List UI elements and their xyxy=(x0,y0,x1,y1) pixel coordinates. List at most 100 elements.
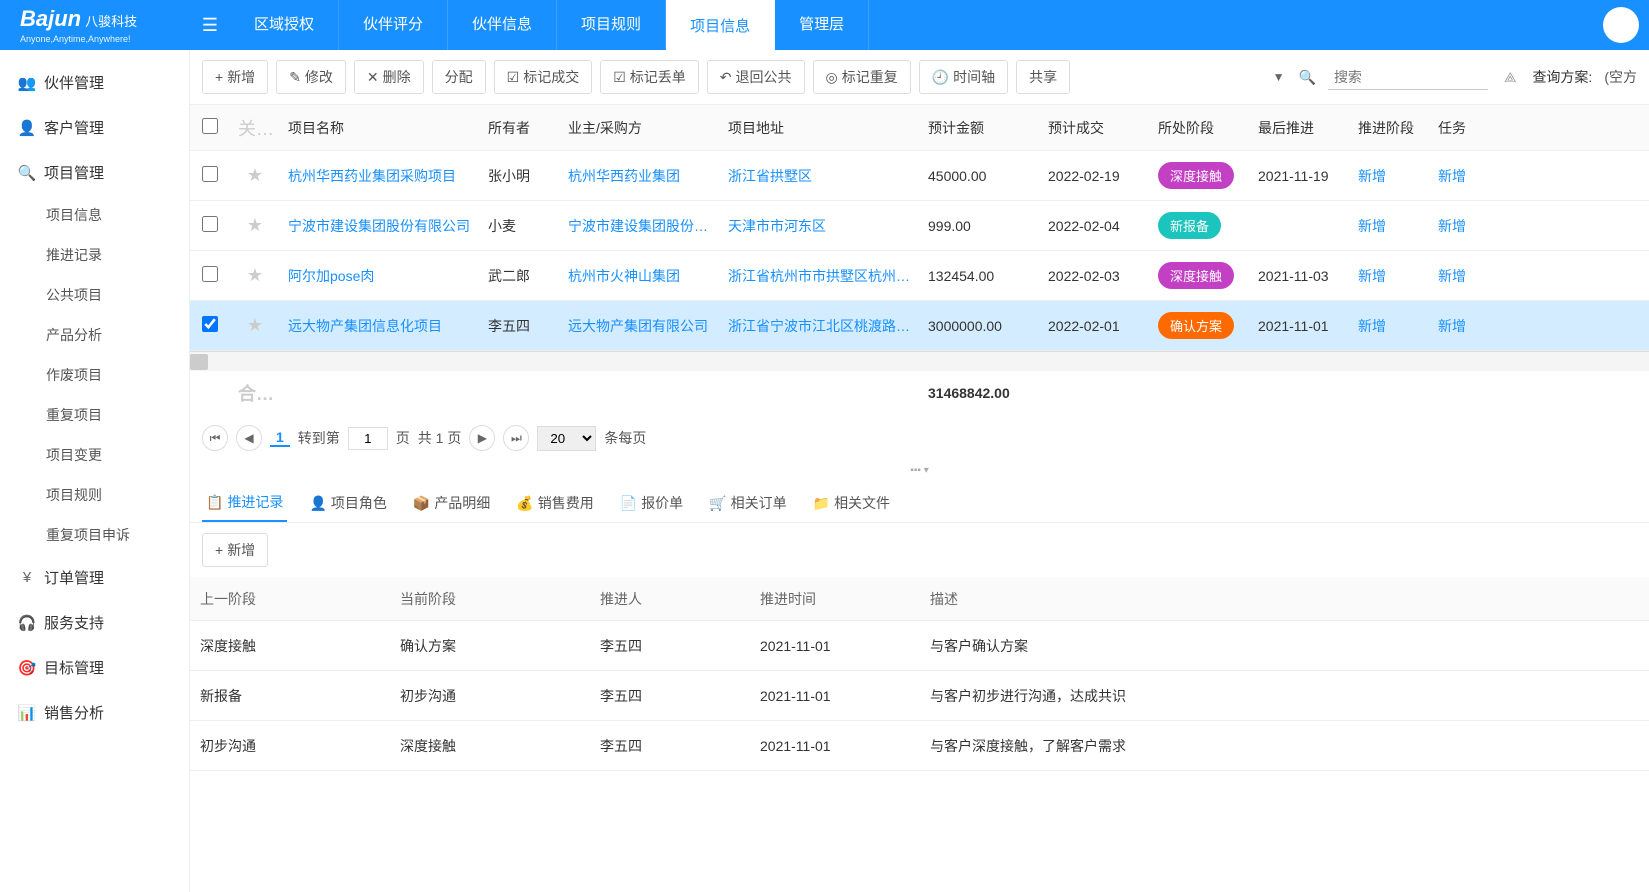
col-name[interactable]: 项目名称 xyxy=(280,118,480,138)
return-public-button[interactable]: ↶退回公共 xyxy=(707,60,805,94)
query-plan-value[interactable]: (空方 xyxy=(1604,67,1637,87)
col-favorite[interactable]: 关注 xyxy=(230,115,280,141)
task-link[interactable]: 新增 xyxy=(1430,266,1490,286)
timeline-button[interactable]: 🕘时间轴 xyxy=(919,60,1008,94)
dcol-desc[interactable]: 描述 xyxy=(920,589,1320,609)
table-row[interactable]: ★宁波市建设集团股份有限公司小麦宁波市建设集团股份…天津市市河东区999.002… xyxy=(190,201,1649,251)
pushstage-link[interactable]: 新增 xyxy=(1350,216,1430,236)
detail-new-button[interactable]: +新增 xyxy=(202,533,268,567)
sidebar-item[interactable]: ¥订单管理 xyxy=(0,555,189,600)
delete-button[interactable]: ✕删除 xyxy=(354,60,424,94)
addr-link[interactable]: 天津市市河东区 xyxy=(720,216,920,236)
col-stage[interactable]: 所处阶段 xyxy=(1150,118,1250,138)
client-link[interactable]: 远大物产集团有限公司 xyxy=(560,316,720,336)
topnav-item[interactable]: 伙伴信息 xyxy=(448,0,557,50)
col-task[interactable]: 任务 xyxy=(1430,118,1490,138)
project-name-link[interactable]: 阿尔加pose肉 xyxy=(280,266,480,286)
pushstage-link[interactable]: 新增 xyxy=(1350,316,1430,336)
task-link[interactable]: 新增 xyxy=(1430,216,1490,236)
dcol-cur[interactable]: 当前阶段 xyxy=(390,589,590,609)
col-deal[interactable]: 预计成交 xyxy=(1040,118,1150,138)
next-page-button[interactable]: ▶ xyxy=(469,425,495,451)
new-button[interactable]: +新增 xyxy=(202,60,268,94)
panel-resizer[interactable]: ▪▪▪ ▾ xyxy=(190,461,1649,480)
addr-link[interactable]: 浙江省拱墅区 xyxy=(720,166,920,186)
sidebar-subitem[interactable]: 项目信息 xyxy=(0,195,189,235)
page-input[interactable] xyxy=(348,427,388,450)
select-all-checkbox[interactable] xyxy=(202,118,218,134)
detail-tab[interactable]: 📦产品明细 xyxy=(409,484,494,522)
first-page-button[interactable]: ⏮ xyxy=(202,425,228,451)
sidebar-subitem[interactable]: 项目变更 xyxy=(0,435,189,475)
client-link[interactable]: 宁波市建设集团股份… xyxy=(560,216,720,236)
table-row[interactable]: ★杭州华西药业集团采购项目张小明杭州华西药业集团浙江省拱墅区45000.0020… xyxy=(190,151,1649,201)
addr-link[interactable]: 浙江省宁波市江北区桃渡路122 xyxy=(720,316,920,336)
detail-row[interactable]: 深度接触确认方案李五四2021-11-01与客户确认方案 xyxy=(190,621,1649,671)
col-amount[interactable]: 预计金额 xyxy=(920,118,1040,138)
pushstage-link[interactable]: 新增 xyxy=(1350,266,1430,286)
detail-tab[interactable]: 🛒相关订单 xyxy=(705,484,790,522)
project-name-link[interactable]: 杭州华西药业集团采购项目 xyxy=(280,166,480,186)
topnav-item[interactable]: 项目规则 xyxy=(557,0,666,50)
topnav-item[interactable]: 管理层 xyxy=(775,0,869,50)
sidebar-subitem[interactable]: 项目规则 xyxy=(0,475,189,515)
detail-row[interactable]: 新报备初步沟通李五四2021-11-01与客户初步进行沟通，达成共识 xyxy=(190,671,1649,721)
filter-icon[interactable]: ⟁ xyxy=(1504,69,1517,86)
prev-page-button[interactable]: ◀ xyxy=(236,425,262,451)
topnav-item[interactable]: 区域授权 xyxy=(230,0,339,50)
sidebar-item[interactable]: 🔍项目管理 xyxy=(0,150,189,195)
favorite-star-icon[interactable]: ★ xyxy=(230,315,280,336)
mark-dup-button[interactable]: ◎标记重复 xyxy=(813,60,911,94)
sidebar-item[interactable]: 👤客户管理 xyxy=(0,105,189,150)
user-avatar[interactable] xyxy=(1603,7,1639,43)
row-checkbox[interactable] xyxy=(202,166,218,182)
horizontal-scrollbar[interactable] xyxy=(190,351,1649,371)
scrollbar-thumb[interactable] xyxy=(190,354,208,370)
table-row[interactable]: ★远大物产集团信息化项目李五四远大物产集团有限公司浙江省宁波市江北区桃渡路122… xyxy=(190,301,1649,351)
assign-button[interactable]: 分配 xyxy=(432,60,486,94)
row-checkbox[interactable] xyxy=(202,266,218,282)
last-page-button[interactable]: ⏭ xyxy=(503,425,529,451)
search-input[interactable] xyxy=(1328,65,1488,90)
project-name-link[interactable]: 远大物产集团信息化项目 xyxy=(280,316,480,336)
task-link[interactable]: 新增 xyxy=(1430,166,1490,186)
project-name-link[interactable]: 宁波市建设集团股份有限公司 xyxy=(280,216,480,236)
sidebar-item[interactable]: 👥伙伴管理 xyxy=(0,60,189,105)
addr-link[interactable]: 浙江省杭州市市拱墅区杭州… xyxy=(720,266,920,286)
favorite-star-icon[interactable]: ★ xyxy=(230,265,280,286)
table-row[interactable]: ★阿尔加pose肉武二郎杭州市火神山集团浙江省杭州市市拱墅区杭州…132454.… xyxy=(190,251,1649,301)
sidebar-item[interactable]: 🎯目标管理 xyxy=(0,645,189,690)
dcol-prev[interactable]: 上一阶段 xyxy=(190,589,390,609)
dcol-time[interactable]: 推进时间 xyxy=(750,589,920,609)
sidebar-subitem[interactable]: 推进记录 xyxy=(0,235,189,275)
favorite-star-icon[interactable]: ★ xyxy=(230,215,280,236)
sidebar-subitem[interactable]: 作废项目 xyxy=(0,355,189,395)
col-owner[interactable]: 所有者 xyxy=(480,118,560,138)
detail-tab[interactable]: 👤项目角色 xyxy=(305,484,390,522)
favorite-star-icon[interactable]: ★ xyxy=(230,165,280,186)
sidebar-item[interactable]: 🎧服务支持 xyxy=(0,600,189,645)
topnav-item[interactable]: 伙伴评分 xyxy=(339,0,448,50)
topnav-item[interactable]: 项目信息 xyxy=(666,0,775,50)
col-pushstage[interactable]: 推进阶段 xyxy=(1350,118,1430,138)
menu-toggle-icon[interactable]: ☰ xyxy=(190,15,230,36)
col-last[interactable]: 最后推进 xyxy=(1250,118,1350,138)
mark-lost-button[interactable]: ☑标记丢单 xyxy=(600,60,699,94)
sidebar-subitem[interactable]: 重复项目 xyxy=(0,395,189,435)
dcol-push[interactable]: 推进人 xyxy=(590,589,750,609)
mark-deal-button[interactable]: ☑标记成交 xyxy=(494,60,593,94)
sidebar-item[interactable]: 📊销售分析 xyxy=(0,690,189,735)
sidebar-subitem[interactable]: 公共项目 xyxy=(0,275,189,315)
view-dropdown-icon[interactable]: ▼ xyxy=(1267,70,1291,84)
detail-row[interactable]: 初步沟通深度接触李五四2021-11-01与客户深度接触，了解客户需求 xyxy=(190,721,1649,771)
col-client[interactable]: 业主/采购方 xyxy=(560,118,720,138)
client-link[interactable]: 杭州市火神山集团 xyxy=(560,266,720,286)
edit-button[interactable]: ✎修改 xyxy=(276,60,346,94)
detail-tab[interactable]: 💰销售费用 xyxy=(512,484,597,522)
client-link[interactable]: 杭州华西药业集团 xyxy=(560,166,720,186)
sidebar-subitem[interactable]: 产品分析 xyxy=(0,315,189,355)
page-size-select[interactable]: 20 xyxy=(537,426,596,451)
col-addr[interactable]: 项目地址 xyxy=(720,118,920,138)
task-link[interactable]: 新增 xyxy=(1430,316,1490,336)
share-button[interactable]: 共享 xyxy=(1016,60,1070,94)
